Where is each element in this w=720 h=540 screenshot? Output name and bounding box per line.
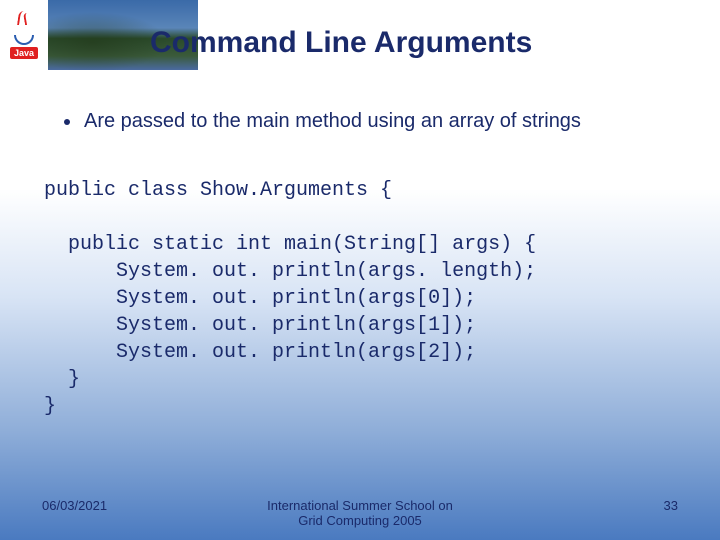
code-line: public static int main(String[] args) { (44, 233, 536, 256)
slide-content: Are passed to the main method using an a… (0, 70, 720, 420)
footer-venue-line: International Summer School on (162, 498, 558, 513)
java-cup-icon (10, 11, 38, 45)
java-logo-label: Java (10, 47, 38, 59)
java-logo: Java (0, 0, 48, 70)
footer-page-number: 33 (558, 498, 678, 513)
footer-venue-line: Grid Computing 2005 (162, 513, 558, 528)
bullet-text: Are passed to the main method using an a… (84, 110, 581, 133)
slide-footer: 06/03/2021 International Summer School o… (0, 498, 720, 528)
code-line: public class Show.Arguments { (44, 179, 392, 202)
bullet-item: Are passed to the main method using an a… (64, 110, 680, 133)
code-line: System. out. println(args[1]); (44, 314, 476, 337)
footer-date: 06/03/2021 (42, 498, 162, 513)
code-line: System. out. println(args. length); (44, 260, 536, 283)
code-line: } (44, 395, 56, 418)
slide-title: Command Line Arguments (150, 26, 532, 60)
code-block: public class Show.Arguments { public sta… (44, 177, 680, 420)
bullet-icon (64, 119, 70, 125)
code-line: System. out. println(args[2]); (44, 341, 476, 364)
code-line: System. out. println(args[0]); (44, 287, 476, 310)
footer-venue: International Summer School on Grid Comp… (162, 498, 558, 528)
code-line: } (44, 368, 80, 391)
